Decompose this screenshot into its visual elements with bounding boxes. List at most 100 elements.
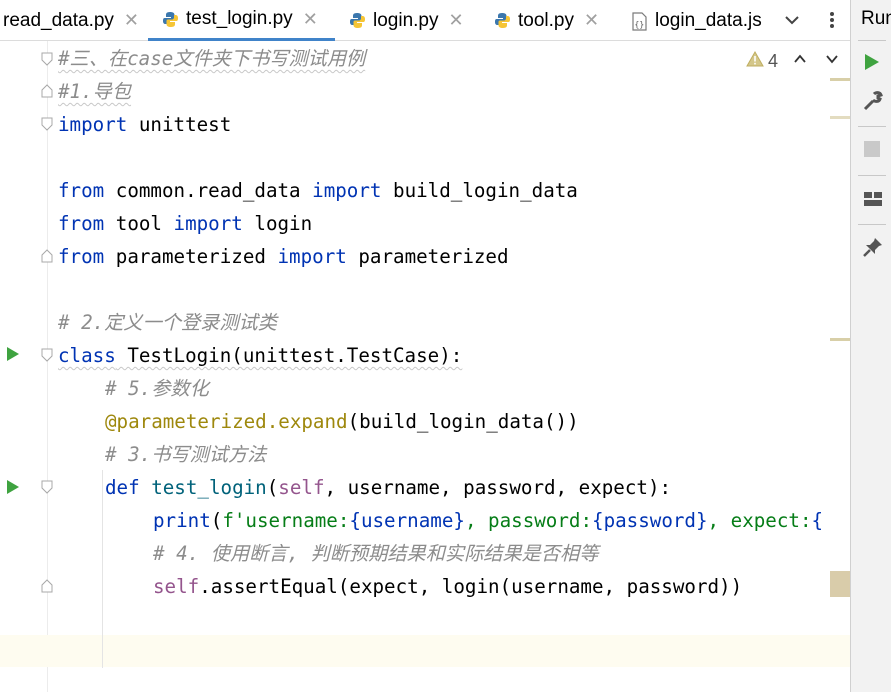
run-icon[interactable] — [863, 52, 881, 77]
string: f'username: — [222, 509, 350, 532]
code-text: tool — [104, 212, 174, 235]
layout-icon[interactable] — [863, 190, 883, 213]
editor-tab-bar: read_data.py ✕ test_login.py ✕ login.py … — [0, 0, 850, 41]
tab-label: test_login.py — [186, 8, 293, 29]
keyword: import — [312, 179, 382, 202]
inspection-widget[interactable]: 4 — [746, 50, 778, 72]
more-icon[interactable] — [822, 8, 842, 32]
fold-icon[interactable] — [41, 84, 53, 98]
code-line-9: # 2.定义一个登录测试类 — [58, 311, 277, 334]
editor-edge — [850, 495, 851, 555]
svg-text:{}: {} — [635, 20, 645, 29]
pin-icon[interactable] — [862, 236, 884, 263]
self-param: self — [153, 575, 200, 598]
keyword: from — [58, 179, 105, 202]
builtin: print — [153, 509, 211, 532]
tab-login[interactable]: login.py ✕ — [335, 0, 480, 41]
divider — [858, 126, 886, 127]
chevron-down-icon[interactable] — [780, 8, 804, 32]
fstring-expr: {username} — [349, 509, 465, 532]
code-line-16: # 4. 使用断言, 判断预期结果和实际结果是否相等 — [153, 542, 599, 565]
current-line-highlight — [0, 635, 850, 667]
code-text: , username, password, expect): — [324, 476, 672, 499]
code-text: ( — [210, 509, 223, 532]
code-text: login — [242, 212, 313, 235]
tab-label: login.py — [373, 9, 439, 31]
keyword: from — [58, 245, 105, 268]
code-line-10: class TestLogin(unittest.TestCase): — [58, 339, 462, 372]
run-icon[interactable] — [6, 346, 20, 362]
code-line-17: self.assertEqual(expect, login(username,… — [153, 570, 742, 603]
keyword: def — [105, 476, 140, 499]
code-text: .assertEqual(expect, login(username, pas… — [199, 575, 743, 598]
tab-login-data[interactable]: {} login_data.js — [617, 0, 777, 41]
fstring-expr: { — [811, 509, 824, 532]
warning-count: 4 — [768, 50, 779, 71]
divider — [858, 224, 886, 225]
code-text: unittest — [127, 113, 232, 136]
fold-icon[interactable] — [41, 480, 53, 494]
code-line-15: print(f'username:{username}, password:{p… — [153, 504, 823, 537]
run-panel-title: Run — [861, 8, 891, 29]
run-icon[interactable] — [6, 479, 20, 495]
scroll-marker[interactable] — [830, 78, 850, 81]
divider — [858, 175, 886, 176]
fold-icon[interactable] — [41, 249, 53, 263]
scroll-marker[interactable] — [830, 338, 850, 341]
string: , expect: — [707, 509, 812, 532]
code-line-2: #1.导包 — [58, 80, 132, 103]
python-file-icon — [162, 11, 179, 28]
code-line-13: # 3.书写测试方法 — [105, 443, 267, 466]
string: , password: — [464, 509, 593, 532]
tab-label: read_data.py — [3, 9, 114, 31]
decorator: @parameterized.expand — [105, 410, 348, 433]
divider — [858, 40, 886, 41]
chevron-up-icon[interactable] — [792, 51, 808, 67]
tab-read-data[interactable]: read_data.py ✕ — [0, 0, 146, 41]
python-file-icon — [349, 12, 366, 29]
keyword: import — [58, 113, 128, 136]
code-line-1: #三、在case文件夹下书写测试用例 — [58, 47, 366, 70]
fold-icon[interactable] — [41, 579, 53, 593]
close-icon[interactable]: ✕ — [124, 10, 139, 31]
function-name: test_login — [139, 476, 267, 499]
scroll-marker[interactable] — [830, 116, 850, 119]
line-gutter — [0, 41, 48, 692]
code-line-14: def test_login(self, username, password,… — [105, 471, 671, 504]
code-line-3: import unittest — [58, 108, 231, 141]
code-text: parameterized — [346, 245, 509, 268]
scroll-marker[interactable] — [830, 571, 850, 597]
fold-icon[interactable] — [41, 348, 53, 362]
code-line-11: # 5.参数化 — [105, 377, 209, 400]
code-text: build_login_data — [381, 179, 578, 202]
code-text: common.read_data — [104, 179, 313, 202]
keyword: class — [58, 344, 116, 367]
code-text: (build_login_data()) — [347, 410, 579, 433]
fold-icon[interactable] — [41, 52, 53, 66]
tab-test-login[interactable]: test_login.py ✕ — [148, 0, 335, 41]
close-icon[interactable]: ✕ — [584, 10, 599, 31]
python-file-icon — [494, 12, 511, 29]
stop-icon[interactable] — [864, 141, 880, 157]
tab-tool[interactable]: tool.py ✕ — [480, 0, 617, 41]
chevron-down-icon[interactable] — [824, 51, 840, 67]
tab-label: tool.py — [518, 9, 574, 31]
close-icon[interactable]: ✕ — [449, 10, 464, 31]
code-text: parameterized — [104, 245, 278, 268]
code-text: TestLogin(unittest.TestCase): — [115, 344, 463, 367]
code-line-7: from parameterized import parameterized — [58, 240, 509, 273]
fstring-expr: {password} — [592, 509, 708, 532]
close-icon[interactable]: ✕ — [303, 9, 318, 30]
code-text: ( — [266, 476, 279, 499]
fold-icon[interactable] — [41, 117, 53, 131]
tab-label: login_data.js — [655, 9, 762, 31]
indent-guide — [102, 470, 103, 668]
wrench-icon[interactable] — [862, 90, 884, 117]
self-param: self — [278, 476, 325, 499]
keyword: from — [58, 212, 105, 235]
keyword: import — [173, 212, 243, 235]
code-line-12: @parameterized.expand(build_login_data()… — [105, 405, 579, 438]
keyword: import — [277, 245, 347, 268]
warning-icon — [746, 50, 764, 72]
code-line-6: from tool import login — [58, 207, 312, 240]
